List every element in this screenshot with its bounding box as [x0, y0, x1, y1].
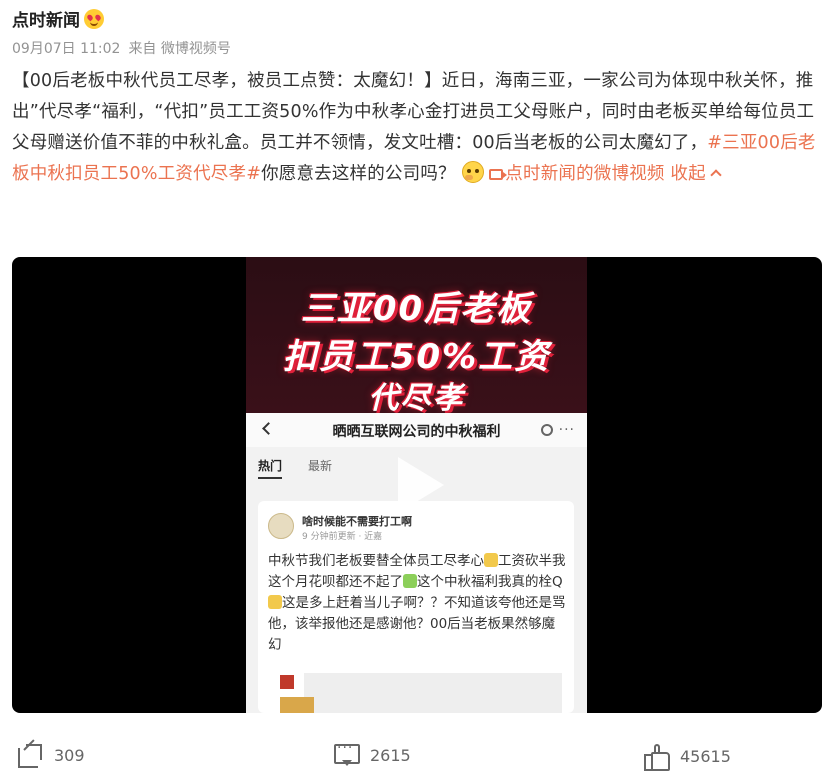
post-body: 【00后老板中秋代员工尽孝，被员工点赞：太魔幻！】近日，海南三亚，一家公司为体现… — [12, 71, 815, 153]
video-source-link[interactable]: 点时新闻的微博视频 — [489, 164, 664, 184]
phone-title: 晒晒互联网公司的中秋福利 — [332, 424, 501, 440]
card-text-1: 中秋节我们老板要替全体员工尽孝心 — [268, 553, 484, 569]
card-body: 中秋节我们老板要替全体员工尽孝心 工资砍半我这个月花呗都还不起了 这个中秋福利我真的… — [268, 551, 568, 656]
post-date[interactable]: 09月07日 11:02 — [12, 38, 120, 58]
post-text: 【00后老板中秋代员工尽孝，被员工点赞：太魔幻！】近日，海南三亚，一家公司为体现… — [12, 66, 824, 190]
phone-nav-bar: 晒晒互联网公司的中秋福利 ··· — [246, 413, 587, 447]
video-headline-line-1: 三亚00后老板 — [300, 289, 533, 329]
thumbnail — [280, 697, 314, 713]
card-image-strip — [304, 673, 562, 713]
collapse-button[interactable]: 收起 — [670, 164, 722, 184]
video-player[interactable]: 三亚00后老板 扣员工50%工资 代尽孝 晒晒互联网公司的中秋福利 ··· 热门… — [12, 257, 822, 713]
emoji-icon — [484, 553, 498, 567]
thinking-emoji-icon — [461, 161, 484, 183]
share-icon — [18, 739, 42, 768]
card-thumbs — [280, 675, 294, 689]
emoji-icon — [268, 595, 282, 609]
action-bar: 309 2615 45615 — [0, 736, 836, 780]
like-count: 45615 — [680, 746, 731, 766]
card-text-3: 这个中秋福利我真的栓Q — [417, 574, 563, 590]
post-source: 来自 微博视频号 — [128, 41, 231, 57]
chevron-up-icon — [710, 169, 722, 181]
collapse-label: 收起 — [670, 164, 706, 184]
video-headline-line-2: 扣员工50%工资 — [282, 337, 551, 377]
video-source-label: 点时新闻的微博视频 — [505, 164, 665, 184]
avatar — [268, 513, 294, 539]
card-time: 9 分钟前更新 · 近嘉 — [302, 532, 383, 542]
post-meta: 09月07日 11:02 来自 微博视频号 — [12, 38, 231, 58]
search-icon — [540, 424, 553, 436]
comment-count: 2615 — [370, 745, 411, 765]
card-username: 啥时候能不需要打工啊 — [302, 515, 412, 528]
thumbnail — [280, 675, 294, 689]
like-button[interactable]: 45615 — [644, 744, 731, 771]
heart-eyes-emoji-icon — [84, 8, 104, 29]
post-question: 你愿意去这样的公司吗？ — [261, 164, 456, 184]
phone-actions: ··· — [540, 422, 575, 438]
video-headline-line-3: 代尽孝 — [368, 381, 465, 416]
tab-latest: 最新 — [308, 459, 333, 473]
share-count: 309 — [54, 745, 85, 765]
thumbs-up-icon — [644, 744, 670, 771]
card-text-4: 这是多上赶着当儿子啊？？不知道该夸他还是骂他，该举报他还是感谢他？00后当老板果… — [268, 595, 566, 653]
play-icon[interactable] — [390, 457, 446, 513]
video-headline-area: 三亚00后老板 扣员工50%工资 代尽孝 — [246, 257, 587, 416]
emoji-icon — [403, 574, 417, 588]
comment-icon — [334, 740, 360, 766]
author-name[interactable]: 点时新闻 — [12, 6, 80, 31]
post-card: 啥时候能不需要打工啊 9 分钟前更新 · 近嘉 中秋节我们老板要替全体员工尽孝心… — [258, 501, 574, 713]
phone-tabs: 热门 最新 — [258, 457, 332, 479]
more-icon: ··· — [558, 422, 575, 438]
share-button[interactable]: 309 — [18, 739, 85, 768]
author-header: 点时新闻 — [12, 6, 104, 31]
video-icon — [489, 169, 508, 180]
comment-button[interactable]: 2615 — [334, 740, 411, 766]
tab-hot: 热门 — [258, 457, 283, 479]
